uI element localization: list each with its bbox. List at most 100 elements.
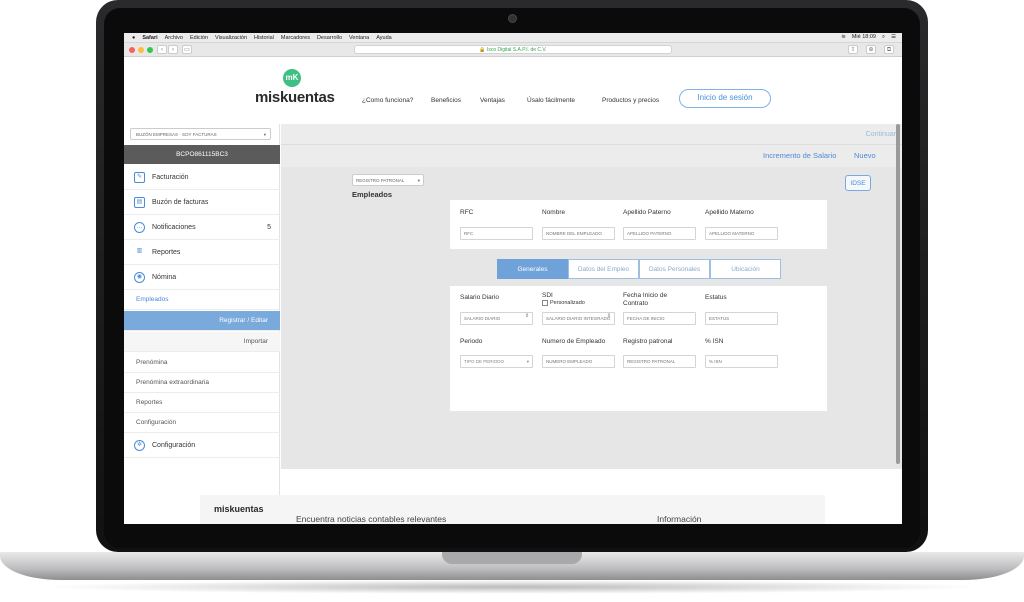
apellido-paterno-input[interactable] bbox=[623, 227, 696, 240]
sidebar-item-label: Facturación bbox=[152, 173, 189, 181]
salario-diario-input[interactable] bbox=[460, 312, 533, 325]
inbox-icon: ▤ bbox=[134, 196, 145, 208]
isn-label: % ISN bbox=[705, 338, 724, 345]
chevron-down-icon: ▾ bbox=[526, 359, 529, 364]
stepper-icon[interactable]: ⇕ bbox=[525, 313, 529, 319]
minimize-icon[interactable] bbox=[138, 47, 144, 53]
sidebar-icon[interactable]: ▭ bbox=[182, 45, 192, 54]
notification-count: 5 bbox=[267, 223, 271, 231]
numero-empleado-label: Numero de Empleado bbox=[542, 338, 606, 345]
laptop-notch bbox=[442, 552, 582, 564]
menu-historial[interactable]: Historial bbox=[254, 35, 274, 41]
logo[interactable]: miskuentas bbox=[255, 89, 335, 106]
sidebar-item-importar[interactable]: Importar bbox=[124, 332, 280, 352]
tabs-icon[interactable]: ⧉ bbox=[884, 45, 894, 54]
top-strip: Continuar bbox=[281, 124, 902, 145]
menu-desarrollo[interactable]: Desarrollo bbox=[317, 35, 342, 41]
nav-usalo[interactable]: Úsalo fácilmente bbox=[527, 97, 575, 104]
logo-icon: mK bbox=[283, 69, 301, 87]
menu-marcadores[interactable]: Marcadores bbox=[281, 35, 310, 41]
nav-como-funciona[interactable]: ¿Como funciona? bbox=[362, 97, 413, 104]
isn-input[interactable] bbox=[705, 355, 778, 368]
forward-icon[interactable]: › bbox=[168, 45, 178, 54]
menu-safari[interactable]: Safari bbox=[142, 35, 157, 41]
numero-empleado-input[interactable] bbox=[542, 355, 615, 368]
nav-beneficios[interactable]: Beneficios bbox=[431, 97, 461, 104]
tab-datos-empleo[interactable]: Datos del Empleo bbox=[568, 259, 639, 279]
sidebar-item-reportes[interactable]: ▥ Reportes bbox=[124, 240, 280, 265]
personalizado-option: Personalizado bbox=[542, 300, 585, 306]
downloads-icon[interactable]: ⊕ bbox=[866, 45, 876, 54]
clock[interactable]: Mié 18:09 bbox=[852, 34, 876, 41]
payroll-icon: ◉ bbox=[134, 271, 145, 283]
scrollbar[interactable] bbox=[896, 124, 900, 464]
rfc-input[interactable] bbox=[460, 227, 533, 240]
sidebar-item-configuracion-nomina[interactable]: Configuración bbox=[124, 413, 280, 433]
menubar-status: ≋ Mié 18:09 ⌕ ☰ bbox=[841, 34, 896, 41]
estatus-input[interactable] bbox=[705, 312, 778, 325]
login-button[interactable]: Inicio de sesión bbox=[679, 89, 771, 108]
sidebar-item-label: Configuración bbox=[152, 441, 196, 449]
sidebar-item-nomina[interactable]: ◉ Nómina bbox=[124, 265, 280, 290]
menu-edicion[interactable]: Edición bbox=[190, 35, 208, 41]
sdi-label: SDI bbox=[542, 292, 553, 299]
footer: miskuentas Encuentra noticias contables … bbox=[200, 495, 825, 524]
sidebar-item-empleados[interactable]: Empleados bbox=[124, 290, 280, 310]
nav-ventajas[interactable]: Ventajas bbox=[480, 97, 505, 104]
registro-patronal-select[interactable]: REGISTRO PATRONAL ▾ bbox=[352, 174, 424, 186]
wifi-icon[interactable]: ≋ bbox=[841, 34, 846, 41]
apellido-materno-input[interactable] bbox=[705, 227, 778, 240]
sidebar-item-notificaciones[interactable]: … Notificaciones 5 bbox=[124, 215, 280, 240]
company-select[interactable]: BUZÓN EMPRESAS · SOY FACTURAS ▾ bbox=[130, 128, 271, 140]
continuar-link[interactable]: Continuar bbox=[866, 131, 896, 138]
nuevo-link[interactable]: Nuevo bbox=[854, 151, 876, 160]
incremento-salario-link[interactable]: Incremento de Salario bbox=[763, 151, 836, 160]
idse-button[interactable]: IDSE bbox=[845, 175, 871, 191]
menu-visualizacion[interactable]: Visualización bbox=[215, 35, 247, 41]
menu-archivo[interactable]: Archivo bbox=[165, 35, 183, 41]
page-title: Empleados bbox=[352, 190, 393, 199]
main-content: Continuar Incremento de Salario Nuevo RE… bbox=[281, 124, 902, 469]
sidebar-item-registrar[interactable]: Registrar / Editar bbox=[124, 311, 280, 331]
share-icon[interactable]: ⇧ bbox=[848, 45, 858, 54]
personalizado-checkbox[interactable] bbox=[542, 300, 548, 306]
sidebar-item-buzon[interactable]: ▤ Buzón de facturas bbox=[124, 190, 280, 215]
apellido-materno-label: Apellido Materno bbox=[705, 209, 754, 216]
chevron-down-icon: ▾ bbox=[263, 132, 266, 137]
sidebar-item-facturacion[interactable]: ✎ Facturación bbox=[124, 165, 280, 190]
url-bar[interactable]: 🔒 Isco Digital S.A.P.I. de C.V. bbox=[354, 45, 672, 54]
sidebar-item-configuracion[interactable]: ✲ Configuración bbox=[124, 433, 280, 458]
periodo-select[interactable]: TIPO DE PERIODO ▾ bbox=[460, 355, 533, 368]
sidebar-item-reportes-nomina[interactable]: Reportes bbox=[124, 393, 280, 413]
sidebar-item-label: Buzón de facturas bbox=[152, 198, 209, 206]
sdi-input[interactable] bbox=[542, 312, 615, 325]
browser-toolbar: ‹ › ▭ 🔒 Isco Digital S.A.P.I. de C.V. ⇧ … bbox=[124, 43, 902, 57]
menu-ayuda[interactable]: Ayuda bbox=[376, 35, 392, 41]
close-icon[interactable] bbox=[129, 47, 135, 53]
tab-datos-personales[interactable]: Datos Personales bbox=[639, 259, 710, 279]
footer-logo[interactable]: miskuentas bbox=[214, 504, 264, 514]
rfc-bar: BCPO861115BC3 bbox=[124, 145, 280, 164]
back-icon[interactable]: ‹ bbox=[157, 45, 167, 54]
zoom-icon[interactable] bbox=[147, 47, 153, 53]
sidebar: BUZÓN EMPRESAS · SOY FACTURAS ▾ BCPO8611… bbox=[124, 124, 280, 524]
nombre-input[interactable] bbox=[542, 227, 615, 240]
sidebar-item-prenomina-extra[interactable]: Prenómina extraordinaria bbox=[124, 373, 280, 393]
apple-icon[interactable]: ● bbox=[132, 35, 135, 41]
stepper-icon[interactable]: ⇕ bbox=[607, 313, 611, 319]
mac-menubar: ● Safari Archivo Edición Visualización H… bbox=[124, 33, 902, 43]
list-icon[interactable]: ☰ bbox=[891, 34, 896, 41]
laptop-shadow bbox=[40, 580, 984, 594]
tab-ubicacion[interactable]: Ubicación bbox=[710, 259, 781, 279]
camera-icon bbox=[508, 14, 517, 23]
sidebar-item-prenomina[interactable]: Prenómina bbox=[124, 353, 280, 373]
registro-patronal-input[interactable] bbox=[623, 355, 696, 368]
gear-icon: ✲ bbox=[134, 439, 145, 451]
fecha-inicio-input[interactable] bbox=[623, 312, 696, 325]
tab-generales[interactable]: Generales bbox=[497, 259, 568, 279]
search-icon[interactable]: ⌕ bbox=[882, 34, 885, 41]
chart-icon: ▥ bbox=[136, 247, 143, 254]
fecha-inicio-label: Fecha Inicio de Contrato bbox=[623, 292, 668, 307]
nav-productos[interactable]: Productos y precios bbox=[602, 97, 659, 104]
menu-ventana[interactable]: Ventana bbox=[349, 35, 369, 41]
